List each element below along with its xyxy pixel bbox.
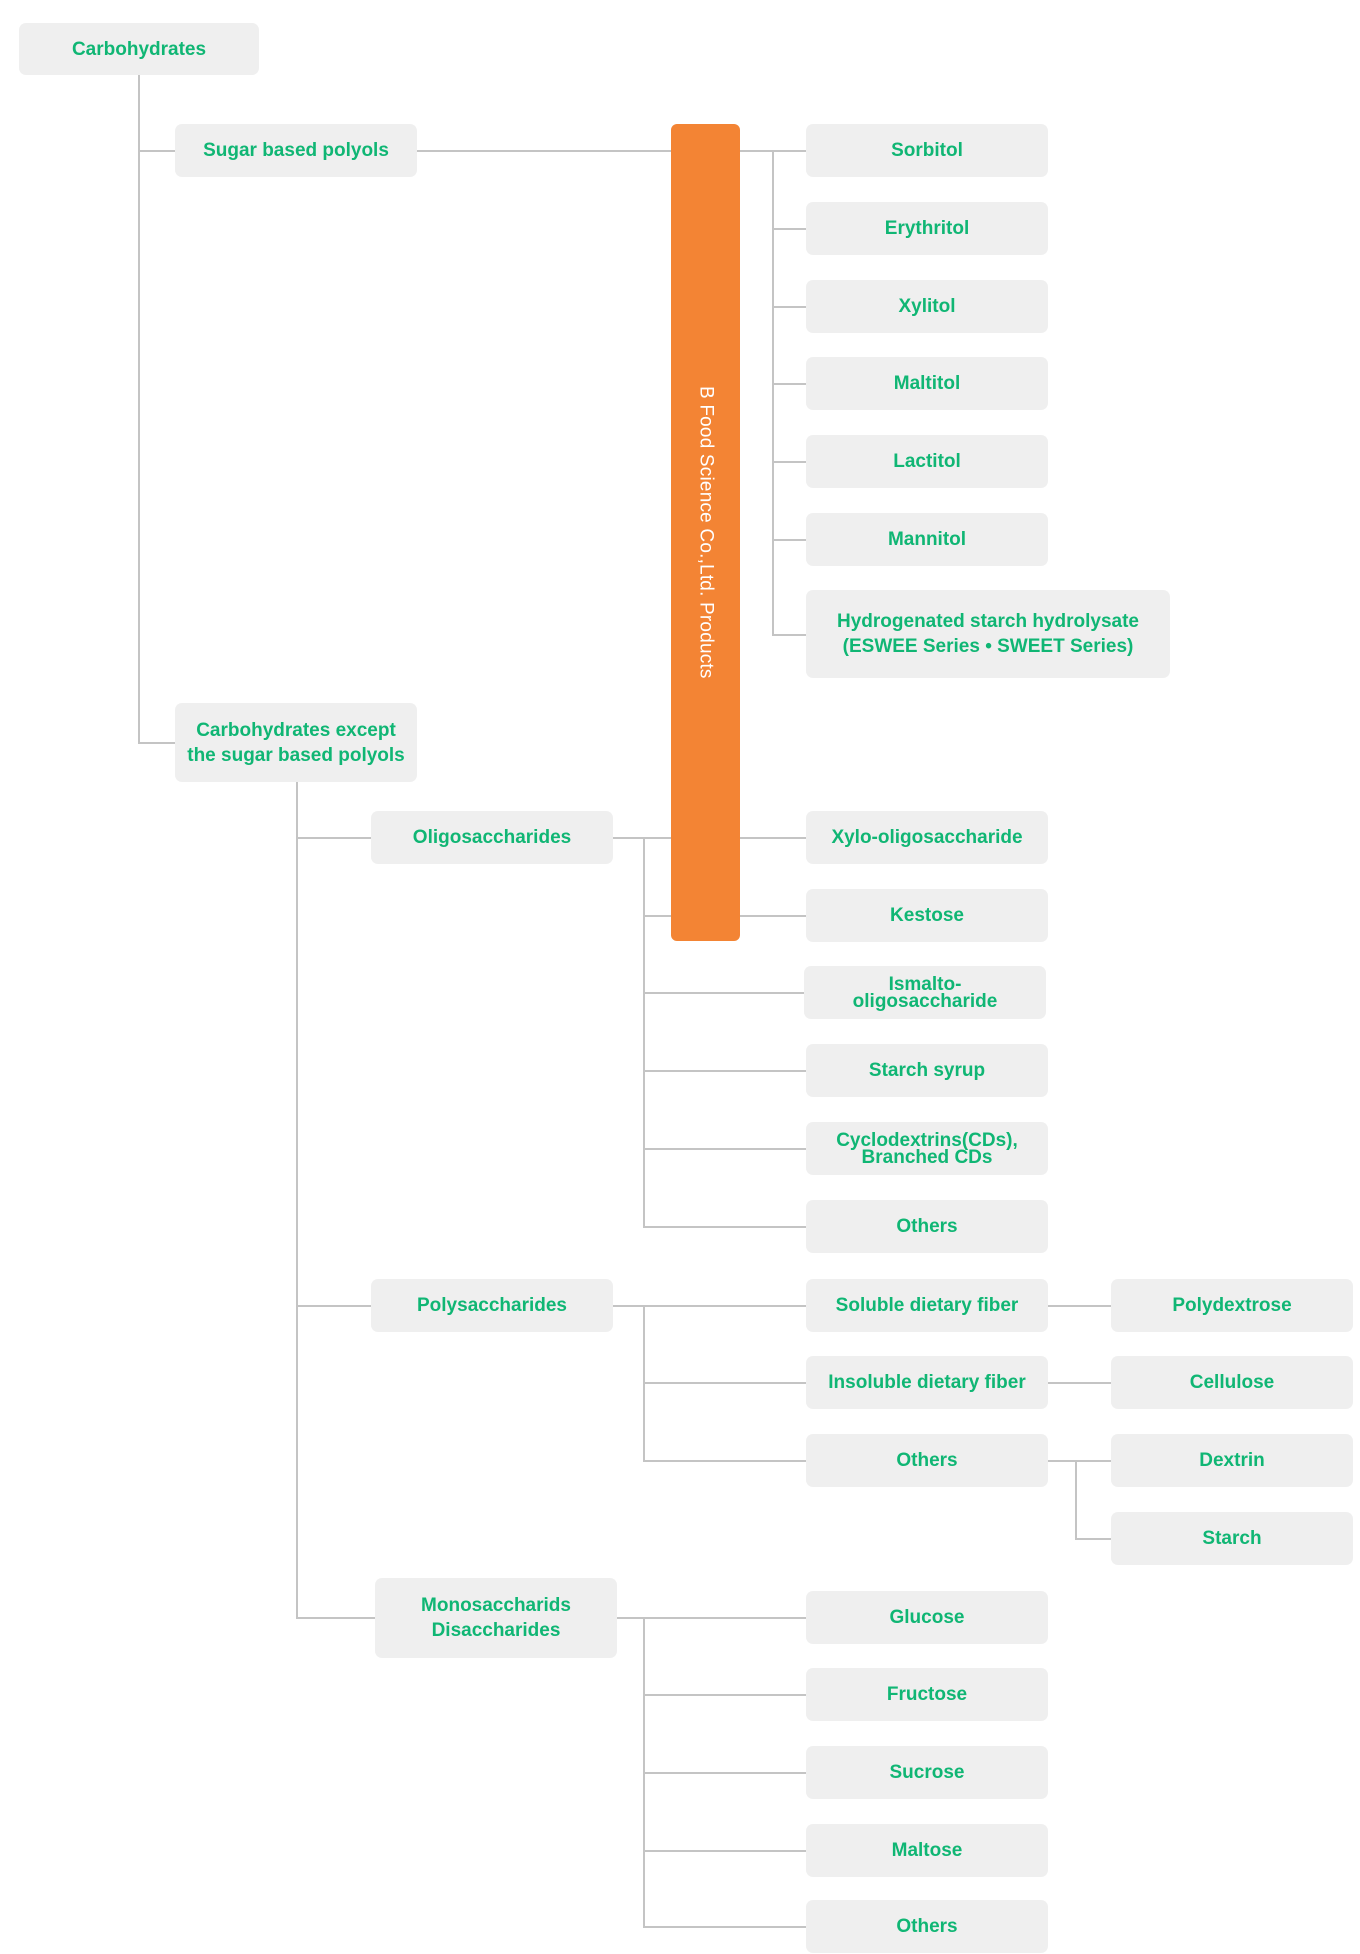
connector-poly-1	[643, 1382, 806, 1384]
connector-oligo-3	[643, 1070, 806, 1072]
connector-mono-4	[643, 1926, 806, 1928]
node-poly-soluble-dietary-fiber[interactable]: Soluble dietary fiber	[806, 1279, 1048, 1332]
company-products-highlight-bar: B Food Science Co.,Ltd. Products	[671, 124, 740, 941]
node-oligo-others[interactable]: Others	[806, 1200, 1048, 1253]
connector-polyol-5	[772, 539, 806, 541]
connector-mono-2	[643, 1772, 806, 1774]
node-mono-sucrose[interactable]: Sucrose	[806, 1746, 1048, 1799]
connector-oligo-5	[643, 1226, 806, 1228]
node-mono-others[interactable]: Others	[806, 1900, 1048, 1953]
connector-insoluble-to-cellulose	[1048, 1382, 1111, 1384]
node-mono-disaccharides[interactable]: Monosaccharids Disaccharides	[375, 1578, 617, 1658]
connector-to-polysaccharides	[296, 1305, 371, 1307]
node-carbohydrates[interactable]: Carbohydrates	[19, 23, 259, 75]
node-cellulose[interactable]: Cellulose	[1111, 1356, 1353, 1409]
node-polyol-sorbitol[interactable]: Sorbitol	[806, 124, 1048, 177]
connector-others-to-dextrin	[1048, 1460, 1111, 1462]
connector-oligo-2	[643, 992, 804, 994]
connector-to-mono-di	[296, 1617, 375, 1619]
connector-soluble-to-polydextrose	[1048, 1305, 1111, 1307]
connector-root-trunk	[138, 75, 140, 742]
node-mono-maltose[interactable]: Maltose	[806, 1824, 1048, 1877]
connector-polyol-4	[772, 461, 806, 463]
node-sugar-based-polyols[interactable]: Sugar based polyols	[175, 124, 417, 177]
node-poly-others[interactable]: Others	[806, 1434, 1048, 1487]
connector-others-to-starch	[1075, 1538, 1111, 1540]
node-polyol-erythritol[interactable]: Erythritol	[806, 202, 1048, 255]
node-polyol-lactitol[interactable]: Lactitol	[806, 435, 1048, 488]
node-dextrin[interactable]: Dextrin	[1111, 1434, 1353, 1487]
carbohydrate-classification-diagram: B Food Science Co.,Ltd. Products Carbohy…	[0, 0, 1360, 1954]
node-polysaccharides[interactable]: Polysaccharides	[371, 1279, 613, 1332]
connector-mono-out	[617, 1617, 806, 1619]
node-poly-insoluble-dietary-fiber[interactable]: Insoluble dietary fiber	[806, 1356, 1048, 1409]
connector-poly-2	[643, 1460, 806, 1462]
connector-non-polyols-trunk	[296, 782, 298, 1617]
node-oligosaccharides[interactable]: Oligosaccharides	[371, 811, 613, 864]
connector-polyols-trunk	[772, 150, 774, 634]
node-oligo-starch-syrup[interactable]: Starch syrup	[806, 1044, 1048, 1097]
node-polyol-xylitol[interactable]: Xylitol	[806, 280, 1048, 333]
node-oligo-cyclodextrins[interactable]: Cyclodextrins(CDs), Branched CDs	[806, 1122, 1048, 1175]
node-oligo-isomalto-oligosaccharide[interactable]: Ismalto- oligosaccharide	[804, 966, 1046, 1019]
connector-polyol-0	[740, 150, 806, 152]
node-oligo-kestose[interactable]: Kestose	[806, 889, 1048, 942]
company-products-label: B Food Science Co.,Ltd. Products	[695, 386, 717, 679]
connector-polyol-6	[772, 634, 806, 636]
connector-root-to-sugar-polyols	[138, 150, 175, 152]
connector-oligo-4	[643, 1148, 806, 1150]
node-oligo-xylo-oligosaccharide[interactable]: Xylo-oligosaccharide	[806, 811, 1048, 864]
node-mono-fructose[interactable]: Fructose	[806, 1668, 1048, 1721]
connector-others-trunk	[1075, 1460, 1077, 1538]
connector-polyol-3	[772, 383, 806, 385]
node-polydextrose[interactable]: Polydextrose	[1111, 1279, 1353, 1332]
node-polyol-hydrogenated-starch-hydrolysate[interactable]: Hydrogenated starch hydrolysate (ESWEE S…	[806, 590, 1170, 678]
node-polyol-maltitol[interactable]: Maltitol	[806, 357, 1048, 410]
node-starch[interactable]: Starch	[1111, 1512, 1353, 1565]
connector-polyol-2	[772, 306, 806, 308]
connector-mono-1	[643, 1694, 806, 1696]
connector-oligo-trunk	[643, 837, 645, 1226]
connector-mono-3	[643, 1850, 806, 1852]
connector-polyol-1	[772, 228, 806, 230]
node-mono-glucose[interactable]: Glucose	[806, 1591, 1048, 1644]
node-carbohydrates-except-polyols[interactable]: Carbohydrates except the sugar based pol…	[175, 703, 417, 782]
node-polyol-mannitol[interactable]: Mannitol	[806, 513, 1048, 566]
connector-root-to-non-polyols	[138, 742, 175, 744]
connector-poly-out	[613, 1305, 806, 1307]
connector-to-oligosaccharides	[296, 837, 371, 839]
